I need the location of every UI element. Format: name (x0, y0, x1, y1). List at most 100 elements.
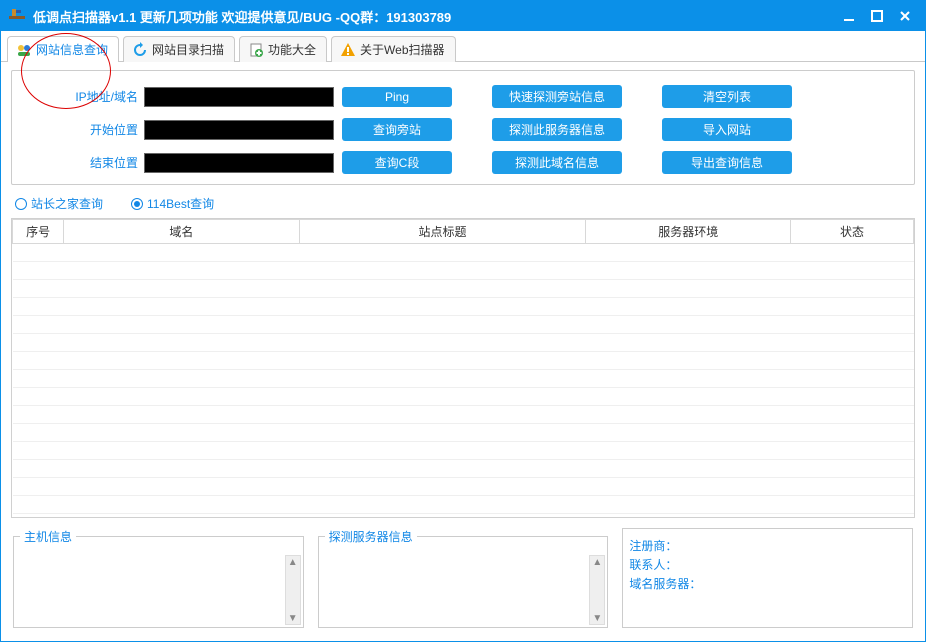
table-row[interactable] (13, 316, 914, 334)
column-header[interactable]: 服务器环境 (586, 220, 791, 244)
refresh-icon (132, 42, 148, 58)
tab-dir-scan[interactable]: 网站目录扫描 (123, 36, 235, 62)
table-row[interactable] (13, 442, 914, 460)
scroll-up-icon[interactable]: ▲ (286, 556, 300, 568)
table-cell (586, 280, 791, 298)
table-cell (13, 460, 64, 478)
table-row[interactable] (13, 478, 914, 496)
table-cell (299, 442, 586, 460)
table-cell (13, 442, 64, 460)
table-cell (13, 334, 64, 352)
tab-label: 功能大全 (268, 41, 316, 58)
radio-chinaz[interactable]: 站长之家查询 (15, 195, 103, 212)
table-cell (586, 352, 791, 370)
results-grid[interactable]: 序号域名站点标题服务器环境状态 (11, 218, 915, 518)
input-end[interactable] (144, 153, 334, 173)
export-results-button[interactable]: 导出查询信息 (662, 151, 792, 174)
table-cell (13, 262, 64, 280)
minimize-button[interactable] (835, 4, 863, 28)
table-row[interactable] (13, 406, 914, 424)
table-cell (299, 262, 586, 280)
table-cell (13, 496, 64, 514)
table-row[interactable] (13, 352, 914, 370)
form-row-end: 结束位置 查询C段 探测此域名信息 导出查询信息 (24, 151, 902, 174)
radio-label: 站长之家查询 (31, 195, 103, 212)
query-csegment-button[interactable]: 查询C段 (342, 151, 452, 174)
window-title: 低调点扫描器v1.1 更新几项功能 欢迎提供意见/BUG -QQ群：191303… (33, 7, 451, 26)
table-cell (64, 496, 299, 514)
table-cell (299, 352, 586, 370)
host-info-panel: 主机信息 ▲ ▼ (13, 528, 304, 628)
import-sites-button[interactable]: 导入网站 (662, 118, 792, 141)
scrollbar[interactable]: ▲ ▼ (285, 555, 301, 625)
column-header[interactable]: 域名 (64, 220, 299, 244)
tab-about[interactable]: 关于Web扫描器 (331, 36, 455, 62)
clear-list-button[interactable]: 清空列表 (662, 85, 792, 108)
server-info-panel: 探测服务器信息 ▲ ▼ (318, 528, 609, 628)
table-row[interactable] (13, 388, 914, 406)
table-row[interactable] (13, 334, 914, 352)
table-cell (586, 388, 791, 406)
table-row[interactable] (13, 244, 914, 262)
close-button[interactable] (891, 4, 919, 28)
source-radios: 站长之家查询 114Best查询 (15, 195, 911, 212)
probe-domain-button[interactable]: 探测此域名信息 (492, 151, 622, 174)
table-row[interactable] (13, 280, 914, 298)
ping-button[interactable]: Ping (342, 87, 452, 107)
table-cell (791, 262, 914, 280)
scroll-up-icon[interactable]: ▲ (590, 556, 604, 568)
warning-icon (340, 42, 356, 58)
scroll-down-icon[interactable]: ▼ (590, 612, 604, 624)
table-cell (299, 424, 586, 442)
column-header[interactable]: 站点标题 (299, 220, 586, 244)
table-cell (791, 370, 914, 388)
table-cell (299, 478, 586, 496)
label-ip: IP地址/域名 (24, 88, 144, 105)
column-header[interactable]: 状态 (791, 220, 914, 244)
table-cell (64, 316, 299, 334)
table-cell (586, 334, 791, 352)
query-neighbor-button[interactable]: 查询旁站 (342, 118, 452, 141)
table-row[interactable] (13, 496, 914, 514)
column-header[interactable]: 序号 (13, 220, 64, 244)
maximize-button[interactable] (863, 4, 891, 28)
table-cell (299, 280, 586, 298)
table-row[interactable] (13, 298, 914, 316)
table-row[interactable] (13, 262, 914, 280)
tab-site-info[interactable]: 网站信息查询 (7, 36, 119, 62)
table-row[interactable] (13, 370, 914, 388)
title-bar: 低调点扫描器v1.1 更新几项功能 欢迎提供意见/BUG -QQ群：191303… (1, 1, 925, 31)
radio-114best[interactable]: 114Best查询 (131, 195, 214, 212)
table-cell (299, 388, 586, 406)
table-cell (64, 460, 299, 478)
scroll-down-icon[interactable]: ▼ (286, 612, 300, 624)
table-cell (64, 334, 299, 352)
table-cell (13, 280, 64, 298)
quick-probe-button[interactable]: 快速探测旁站信息 (492, 85, 622, 108)
input-ip[interactable] (144, 87, 334, 107)
tab-label: 网站信息查询 (36, 41, 108, 58)
probe-server-button[interactable]: 探测此服务器信息 (492, 118, 622, 141)
radio-label: 114Best查询 (147, 195, 214, 212)
scrollbar[interactable]: ▲ ▼ (589, 555, 605, 625)
table-cell (586, 442, 791, 460)
input-start[interactable] (144, 120, 334, 140)
table-cell (791, 406, 914, 424)
table-cell (299, 406, 586, 424)
table-row[interactable] (13, 460, 914, 478)
table-cell (64, 424, 299, 442)
tab-tools[interactable]: 功能大全 (239, 36, 327, 62)
tab-bar: 网站信息查询 网站目录扫描 功能大全 (1, 31, 925, 62)
table-cell (791, 244, 914, 262)
host-info-textarea[interactable] (20, 551, 297, 621)
server-info-title: 探测服务器信息 (325, 528, 417, 545)
server-info-textarea[interactable] (325, 551, 602, 621)
table-cell (299, 244, 586, 262)
table-cell (64, 244, 299, 262)
table-cell (791, 442, 914, 460)
table-cell (64, 262, 299, 280)
tab-content: IP地址/域名 Ping 快速探测旁站信息 清空列表 开始位置 查询旁站 探测此… (1, 62, 925, 636)
table-cell (64, 298, 299, 316)
table-cell (791, 478, 914, 496)
table-row[interactable] (13, 424, 914, 442)
